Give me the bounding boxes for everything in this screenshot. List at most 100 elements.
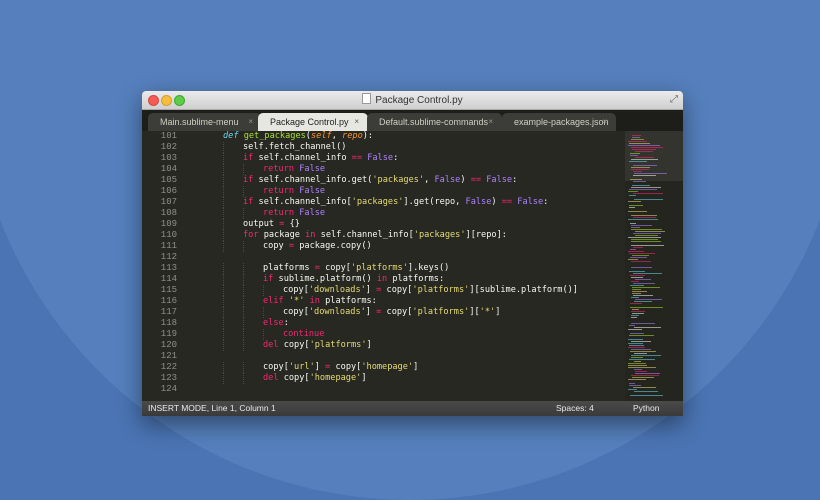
indent-guide [243,307,244,318]
minimap-line [628,343,643,344]
code-token: copy[ [283,285,309,295]
code-token: 'packages' [413,230,466,240]
minimap-line [631,261,651,262]
code-line[interactable]: def get_packages(self, repo): [185,131,625,142]
code-line[interactable] [185,252,625,263]
code-line[interactable] [185,384,625,395]
tab-close-icon[interactable]: × [248,113,253,131]
code-token: return [263,186,300,196]
minimap-line [630,257,647,258]
minimap-line [631,159,658,160]
code-line[interactable]: return False [185,164,625,175]
code-line[interactable]: return False [185,186,625,197]
minimap-line [632,377,654,378]
line-number: 123 [160,373,177,383]
code-line[interactable]: elif '*' in platforms: [185,296,625,307]
minimap-line [629,253,655,254]
code-line[interactable]: if self.channel_info.get('packages', Fal… [185,175,625,186]
tab-package-control-py[interactable]: Package Control.py × [258,113,368,131]
editor-area[interactable]: 101 102 103 104 105 106 107 108 109 110 111 112 113 1… [142,131,683,401]
minimap-line [630,285,644,286]
tab-label: Main.sublime-menu [160,117,239,127]
code-token: 'downloads' [308,307,366,317]
code-line[interactable]: for package in self.channel_info['packag… [185,230,625,241]
minimap-line [635,373,660,374]
minimap-line [629,143,650,144]
tab-close-icon[interactable]: × [602,113,607,131]
code-token: self [310,131,332,141]
code-token: ] [361,373,367,383]
code-token: , [424,175,435,185]
indent-guide [223,208,224,219]
minimap-line [628,141,647,142]
minimap-line [629,161,647,162]
minimap-line [635,279,651,280]
minimap-line [632,137,640,138]
minimap-line [628,259,638,260]
code-line[interactable]: return False [185,208,625,219]
code-line[interactable]: output = {} [185,219,625,230]
code-line[interactable] [185,351,625,362]
code-line[interactable]: copy = package.copy() [185,241,625,252]
fullscreen-icon[interactable]: ⤢ [670,94,678,105]
code-token: sublime.platform() [278,274,377,284]
code-token: False [465,197,492,207]
code-token: ] [314,362,326,372]
tab-default-sublime-commands[interactable]: Default.sublime-commands × [367,113,502,131]
minimap-line [632,149,656,150]
line-number: 112 [160,252,177,262]
code-line[interactable]: if self.channel_info == False: [185,153,625,164]
minimap-line [633,165,657,166]
code-token: self.channel_info.get( [258,175,373,185]
line-number: 108 [160,208,177,218]
code-line[interactable]: del copy['platforms'] [185,340,625,351]
code-line[interactable]: else: [185,318,625,329]
indent-guide [243,208,244,219]
minimap-line [631,267,652,268]
minimap[interactable] [625,131,683,401]
minimap-line [630,223,636,224]
code-token: {} [289,219,300,229]
code-token: : [512,175,518,185]
minimap-line [630,395,663,396]
code-token: package [263,230,306,240]
line-number: 121 [160,351,177,361]
code-token: : [393,153,399,163]
minimap-line [631,227,640,228]
line-number: 109 [160,219,177,229]
tab-close-icon[interactable]: × [488,113,493,131]
tab-main-sublime-menu[interactable]: Main.sublime-menu × [148,113,262,131]
code-line[interactable]: continue [185,329,625,340]
status-indentation[interactable]: Spaces: 4 [556,401,594,416]
code-token: = [325,362,336,372]
code-line[interactable]: copy['url'] = copy['homepage'] [185,362,625,373]
line-number: 120 [160,340,177,350]
code-token: get_packages [243,131,306,141]
code-token: if [243,197,259,207]
code-line[interactable]: del copy['homepage'] [185,373,625,384]
code-line[interactable]: copy['downloads'] = copy['platforms'][su… [185,285,625,296]
indent-guide [243,340,244,351]
code-token: ) [491,197,502,207]
code-view[interactable]: def get_packages(self, repo): self.fetch_… [185,131,625,395]
indent-guide [243,373,244,384]
indent-guide [263,329,264,340]
code-line[interactable]: if sublime.platform() in platforms: [185,274,625,285]
status-syntax[interactable]: Python [633,401,659,416]
code-line[interactable]: if self.channel_info['packages'].get(rep… [185,197,625,208]
code-token: ] [365,285,377,295]
minimap-line [634,327,661,328]
tab-example-packages-json[interactable]: example-packages.json × [502,113,616,131]
indent-guide [223,142,224,153]
code-line[interactable]: self.fetch_channel() [185,142,625,153]
indent-guide [223,329,224,340]
code-token: platforms: [325,296,377,306]
tab-close-icon[interactable]: × [354,113,359,131]
code-token: == [501,197,518,207]
code-token: , [331,131,343,141]
minimap-line [628,363,646,364]
code-token: == [470,175,487,185]
code-line[interactable]: copy['downloads'] = copy['platforms']['*… [185,307,625,318]
code-line[interactable]: platforms = copy['platforms'].keys() [185,263,625,274]
code-token: del [263,373,284,383]
